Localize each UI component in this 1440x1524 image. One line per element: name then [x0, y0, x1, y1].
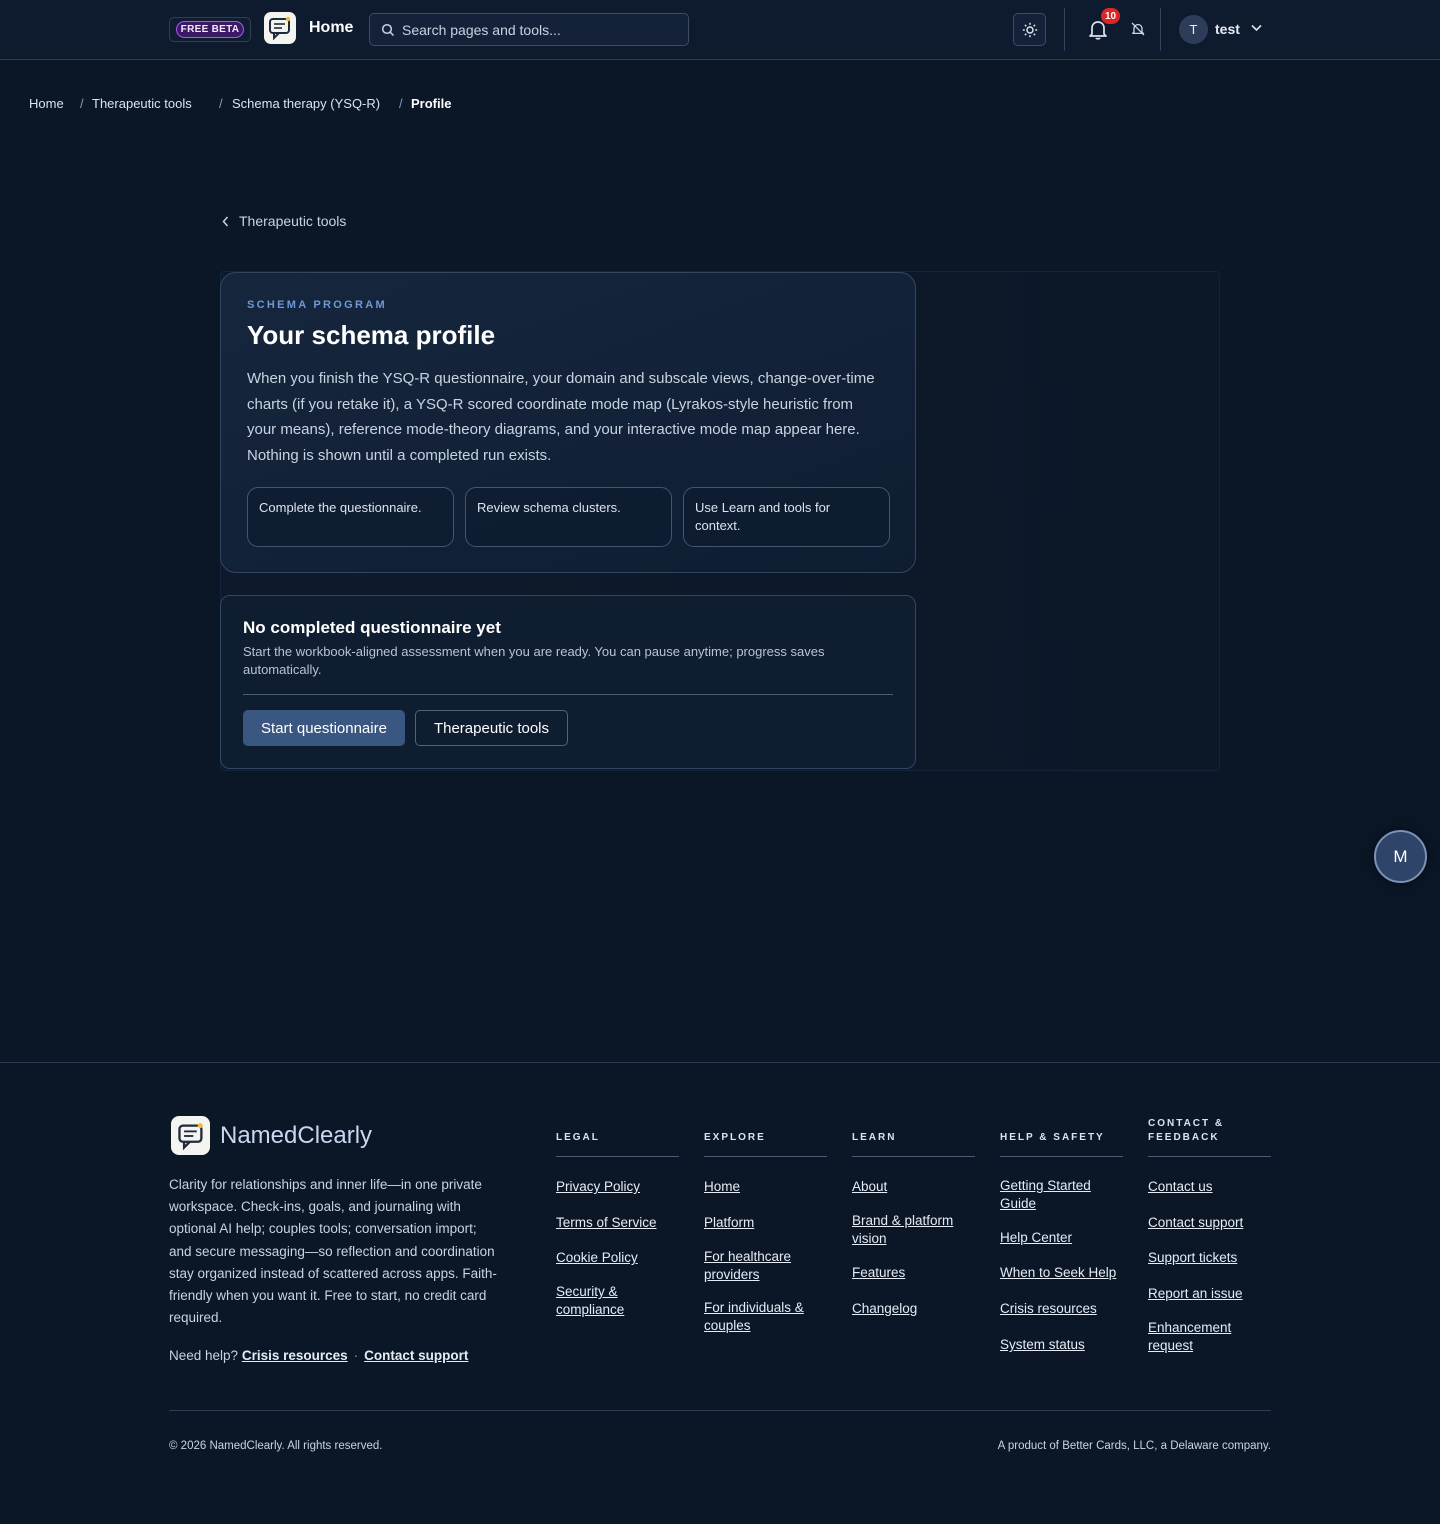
home-link[interactable]: Home — [309, 19, 353, 37]
footer-column-explore: EXPLORE Home Platform For healthcare pro… — [704, 1120, 827, 1333]
footer-link[interactable]: Help Center — [1000, 1230, 1072, 1245]
footer-blurb: Clarity for relationships and inner life… — [169, 1177, 497, 1326]
bell-off-icon[interactable] — [1130, 21, 1146, 37]
search-input[interactable] — [402, 20, 682, 40]
search-icon — [381, 23, 395, 37]
footer-column-heading: EXPLORE — [704, 1132, 766, 1143]
crisis-resources-link[interactable]: Crisis resources — [242, 1348, 348, 1363]
footer-link[interactable]: Report an issue — [1148, 1286, 1243, 1301]
schema-profile-card: SCHEMA PROGRAM Your schema profile When … — [220, 272, 916, 573]
footer-link[interactable]: Crisis resources — [1000, 1301, 1097, 1316]
footer-link[interactable]: Getting Started Guide — [1000, 1178, 1091, 1211]
empty-state-body: Start the workbook-aligned assessment wh… — [243, 644, 825, 677]
footer-link[interactable]: Platform — [704, 1215, 754, 1230]
search-box[interactable] — [369, 13, 689, 46]
divider — [243, 694, 893, 695]
logo-icon[interactable] — [264, 12, 296, 44]
user-name[interactable]: test — [1215, 21, 1240, 37]
footer-column-heading: HELP & SAFETY — [1000, 1132, 1105, 1143]
footer-link[interactable]: Enhancement request — [1148, 1320, 1231, 1353]
empty-state-title: No completed questionnaire yet — [243, 618, 501, 637]
section-eyebrow: SCHEMA PROGRAM — [247, 299, 387, 311]
chevron-left-icon — [222, 216, 229, 226]
header-divider — [1160, 8, 1161, 51]
step-chip: Complete the questionnaire. — [247, 487, 454, 547]
step-chip: Use Learn and tools for context. — [683, 487, 890, 547]
footer-link[interactable]: Support tickets — [1148, 1250, 1237, 1265]
footer-link[interactable]: Contact us — [1148, 1179, 1213, 1194]
therapeutic-tools-button[interactable]: Therapeutic tools — [415, 710, 568, 746]
beta-badge: FREE BETA — [169, 17, 251, 42]
footer-link[interactable]: When to Seek Help — [1000, 1265, 1116, 1280]
product-line: A product of Better Cards, LLC, a Delawa… — [997, 1440, 1271, 1452]
footer-link[interactable]: Features — [852, 1265, 905, 1280]
breadcrumb: Home / Therapeutic tools / Schema therap… — [0, 96, 700, 114]
footer-divider — [0, 1062, 1440, 1063]
footer-link[interactable]: About — [852, 1179, 887, 1194]
contact-support-link[interactable]: Contact support — [364, 1348, 468, 1363]
footer-link[interactable]: Changelog — [852, 1301, 917, 1316]
empty-state-card: No completed questionnaire yet Start the… — [220, 595, 916, 769]
footer-column-heading: LEGAL — [556, 1132, 600, 1143]
footer-link[interactable]: Home — [704, 1179, 740, 1194]
footer-help: Need help? Crisis resources · Contact supp… — [169, 1348, 468, 1363]
breadcrumb-therapeutic-tools[interactable]: Therapeutic tools — [92, 96, 192, 111]
footer-link[interactable]: Contact support — [1148, 1215, 1243, 1230]
footer-column-learn: LEARN About Brand & platform vision Feat… — [852, 1120, 975, 1316]
breadcrumb-schema-therapy[interactable]: Schema therapy (YSQ-R) — [232, 96, 380, 111]
breadcrumb-separator: / — [399, 96, 403, 111]
notification-badge: 10 — [1101, 8, 1120, 24]
page-title: Your schema profile — [247, 320, 496, 350]
footer-column-contact-feedback: CONTACT & FEEDBACK Contact us Contact su… — [1148, 1118, 1271, 1353]
back-link[interactable]: Therapeutic tools — [222, 213, 346, 229]
user-avatar[interactable]: T — [1179, 15, 1208, 44]
sun-icon — [1022, 22, 1037, 37]
footer-column-heading: LEARN — [852, 1132, 897, 1143]
back-link-label: Therapeutic tools — [239, 213, 347, 229]
footer-help-dot: · — [353, 1348, 359, 1363]
breadcrumb-separator: / — [219, 96, 223, 111]
top-header: FREE BETA Home Search pages and tools...… — [0, 0, 1440, 60]
beta-badge-label: FREE BETA — [176, 21, 244, 38]
footer-column-heading: CONTACT & FEEDBACK — [1148, 1118, 1225, 1143]
logo-icon[interactable] — [171, 1116, 210, 1155]
footer-column-legal: LEGAL Privacy Policy Terms of Service Co… — [556, 1120, 679, 1317]
footer-link[interactable]: Security & compliance — [556, 1284, 624, 1317]
footer-brand[interactable]: NamedClearly — [220, 1122, 372, 1150]
breadcrumb-separator: / — [80, 96, 84, 111]
profile-description: When you finish the YSQ-R questionnaire,… — [247, 370, 875, 464]
footer-link[interactable]: Terms of Service — [556, 1215, 657, 1230]
copyright: © 2026 NamedClearly. All rights reserved… — [169, 1440, 383, 1452]
header-divider — [1064, 8, 1065, 51]
step-chip: Review schema clusters. — [465, 487, 672, 547]
breadcrumb-current: Profile — [411, 96, 452, 111]
chevron-down-icon[interactable] — [1251, 24, 1262, 32]
footer-link[interactable]: System status — [1000, 1337, 1085, 1352]
footer-link[interactable]: Privacy Policy — [556, 1179, 640, 1194]
theme-toggle-button[interactable] — [1013, 13, 1046, 46]
footer-link[interactable]: Cookie Policy — [556, 1250, 638, 1265]
footer-bottom-divider — [169, 1410, 1271, 1411]
start-questionnaire-button[interactable]: Start questionnaire — [243, 710, 405, 746]
footer-help-prefix: Need help? — [169, 1348, 239, 1363]
footer-column-help-safety: HELP & SAFETY Getting Started Guide Help… — [1000, 1120, 1123, 1352]
breadcrumb-home[interactable]: Home — [29, 96, 64, 111]
footer-link[interactable]: For healthcare providers — [704, 1249, 791, 1282]
assistant-fab-button[interactable]: M — [1374, 830, 1427, 883]
footer-link[interactable]: For individuals & couples — [704, 1300, 804, 1333]
footer-link[interactable]: Brand & platform vision — [852, 1213, 953, 1246]
